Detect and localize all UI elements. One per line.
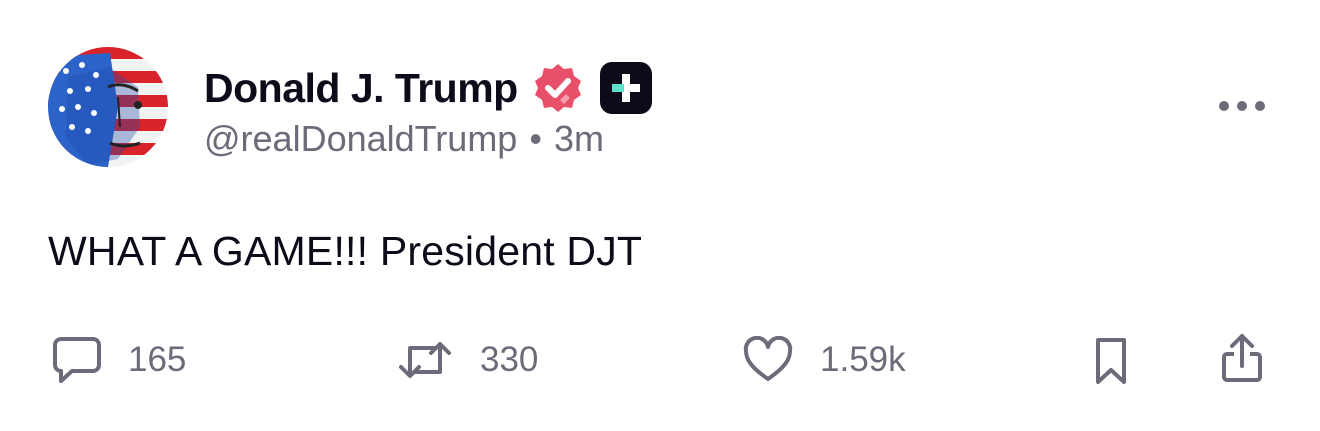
plus-badge-icon [598,60,654,116]
reply-count: 165 [128,340,187,379]
display-name[interactable]: Donald J. Trump [204,65,518,112]
comment-icon [52,336,102,384]
repost-button[interactable]: 330 [396,336,538,384]
like-count: 1.59k [820,340,906,379]
like-button[interactable]: 1.59k [742,336,906,384]
reply-button[interactable]: 165 [52,336,186,384]
bookmark-button[interactable] [1094,336,1128,386]
timestamp[interactable]: 3m [554,118,604,160]
post-card: Donald J. Trump @realDonaldTrump • 3m WH… [0,0,1320,431]
post-text: WHAT A GAME!!! President DJT [48,228,643,274]
handle[interactable]: @realDonaldTrump [204,118,517,160]
action-bar: 165 330 1.59k [0,334,1320,388]
name-row: Donald J. Trump [204,60,654,116]
heart-icon [742,336,794,384]
post-header: Donald J. Trump @realDonaldTrump • 3m [204,60,654,160]
repost-count: 330 [480,340,539,379]
repost-icon [396,336,454,384]
share-button[interactable] [1220,332,1264,384]
avatar[interactable] [48,47,168,167]
meta-row: @realDonaldTrump • 3m [204,118,654,160]
bookmark-icon [1094,336,1128,386]
share-icon [1220,332,1264,384]
more-options-icon[interactable] [1218,96,1266,116]
meta-separator: • [529,118,542,159]
avatar-image [48,47,168,167]
verified-badge-icon [532,62,584,114]
